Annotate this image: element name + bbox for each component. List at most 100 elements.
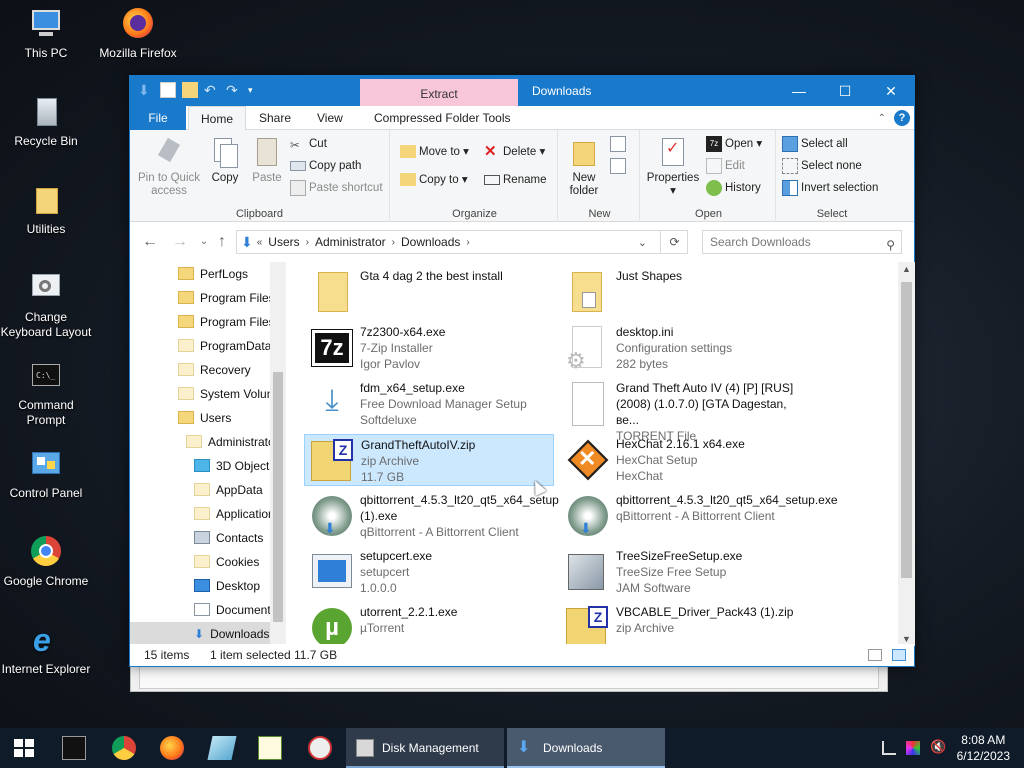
nav-item-downloads[interactable]: ⬇ Downloads [130, 622, 270, 646]
list-item[interactable]: ⬇ qbittorrent_4.5.3_lt20_qt5_x64_setup.e… [560, 490, 838, 542]
desktop-icon-utilities[interactable]: Utilities [0, 184, 92, 237]
list-item[interactable]: ✕ HexChat 2.16.1 x64.exe HexChat Setup Hex… [560, 434, 810, 486]
nav-scrollbar-thumb[interactable] [273, 372, 283, 622]
breadcrumb-administrator[interactable]: Administrator [315, 235, 386, 249]
list-item[interactable]: ⤓ fdm_x64_setup.exe Free Download Manager… [304, 378, 554, 430]
edit-button[interactable]: Edit [706, 156, 745, 176]
list-item[interactable]: µ utorrent_2.2.1.exe µTorrent [304, 602, 554, 646]
delete-button[interactable]: ✕ Delete ▾ [484, 142, 545, 162]
redo-icon[interactable]: ↷ [226, 82, 242, 98]
undo-icon[interactable]: ↶ [204, 82, 220, 98]
firefox-icon[interactable] [160, 736, 184, 760]
speaker-muted-icon[interactable]: 🔇 [930, 739, 946, 755]
cut-button[interactable]: ✂ Cut [290, 134, 327, 154]
nav-item-programdata[interactable]: ProgramData [178, 334, 271, 358]
help-icon[interactable]: ? [894, 110, 910, 126]
taskbar-disk-management[interactable]: Disk Management [346, 728, 504, 768]
desktop-icon-internet-explorer[interactable]: e Internet Explorer [0, 624, 92, 677]
nav-item-desktop[interactable]: Desktop [194, 574, 260, 598]
new-folder-button[interactable]: New folder [562, 136, 606, 198]
address-bar[interactable]: ⬇ « Users › Administrator › Downloads › ⌄ [236, 230, 688, 254]
taskbar-downloads[interactable]: ⬇ Downloads [507, 728, 665, 768]
search-input[interactable]: Search Downloads ⚲ [702, 230, 902, 254]
copy-button[interactable]: Copy [204, 136, 246, 185]
breadcrumb-downloads[interactable]: Downloads [401, 235, 460, 249]
title-bar[interactable]: ⬇ ↶ ↷ ▾ Extract Downloads — ☐ ✕ [130, 76, 914, 106]
tab-view[interactable]: View [305, 106, 355, 130]
tab-share[interactable]: Share [247, 106, 303, 130]
nav-item-system-volume[interactable]: System Volume [178, 382, 283, 406]
recent-locations-icon[interactable]: ⌄ [194, 236, 214, 247]
content-scrollbar-thumb[interactable] [901, 282, 912, 578]
desktop-icon-chrome[interactable]: Google Chrome [0, 536, 92, 589]
copy-to-button[interactable]: Copy to ▾ [400, 170, 468, 190]
customize-qat-icon[interactable]: ▾ [248, 82, 264, 98]
nav-item-contacts[interactable]: Contacts [194, 526, 263, 550]
nav-item-documents[interactable]: Documents [194, 598, 277, 622]
notepad-icon[interactable] [207, 736, 237, 760]
desktop-icon-firefox[interactable]: Mozilla Firefox [92, 8, 184, 61]
list-item[interactable]: Grand Theft Auto IV (4) [P] [RUS] (2008)… [560, 378, 810, 443]
list-item[interactable]: TreeSizeFreeSetup.exe TreeSize Free Setup… [560, 546, 810, 598]
nav-scrollbar[interactable] [270, 262, 286, 646]
list-item[interactable]: setupcert.exe setupcert 1.0.0.0 [304, 546, 554, 598]
content-scrollbar[interactable]: ▲ ▼ [898, 262, 915, 646]
back-arrow-icon[interactable]: ← [140, 233, 160, 251]
new-folder-icon[interactable] [182, 82, 198, 98]
refresh-icon[interactable]: ⟳ [660, 230, 688, 254]
desktop-icon-keyboard-layout[interactable]: Change Keyboard Layout [0, 272, 92, 340]
nav-item-users[interactable]: Users [178, 406, 231, 430]
breadcrumb-users[interactable]: Users [268, 235, 299, 249]
network-icon[interactable] [882, 741, 896, 755]
display-color-icon[interactable] [906, 741, 920, 755]
history-button[interactable]: History [706, 178, 761, 198]
chevron-right-icon[interactable]: › [466, 237, 469, 248]
tab-file[interactable]: File [130, 106, 186, 130]
copy-path-button[interactable]: Copy path [290, 156, 361, 176]
maximize-button[interactable]: ☐ [822, 76, 868, 106]
collapse-ribbon-icon[interactable]: ⌃ [878, 113, 886, 124]
system-clock[interactable]: 8:08 AM 6/12/2023 [957, 732, 1010, 764]
properties-check-icon[interactable] [160, 82, 176, 98]
task-manager-icon[interactable] [258, 736, 282, 760]
list-item[interactable]: Just Shapes [560, 266, 810, 318]
select-all-button[interactable]: Select all [782, 134, 848, 154]
close-button[interactable]: ✕ [868, 76, 914, 106]
tab-compressed-folder-tools[interactable]: Compressed Folder Tools [362, 106, 523, 130]
nav-item-administrator[interactable]: Administrator [186, 430, 279, 454]
chevron-right-icon[interactable]: › [392, 237, 395, 248]
address-dropdown-icon[interactable]: ⌄ [638, 236, 647, 249]
large-icons-view-icon[interactable] [892, 649, 906, 661]
path-overflow[interactable]: « [257, 237, 263, 248]
desktop-icon-this-pc[interactable]: This PC [0, 8, 92, 61]
list-item[interactable]: ⚙ desktop.ini Configuration settings 282 b… [560, 322, 810, 374]
nav-item-perflogs[interactable]: PerfLogs [178, 262, 248, 286]
desktop-icon-control-panel[interactable]: Control Panel [0, 448, 92, 501]
nav-item-cookies[interactable]: Cookies [194, 550, 259, 574]
easy-access-button[interactable] [610, 156, 629, 176]
nav-item-application[interactable]: Application [194, 502, 275, 526]
desktop-icon-recycle-bin[interactable]: Recycle Bin [0, 96, 92, 149]
extract-context-tab[interactable]: Extract [360, 79, 518, 106]
properties-button[interactable]: ✓ Properties ▾ [644, 136, 702, 198]
scroll-down-icon[interactable]: ▼ [902, 634, 911, 644]
tab-home[interactable]: Home [188, 106, 247, 131]
invert-selection-button[interactable]: Invert selection [782, 178, 878, 198]
select-none-button[interactable]: Select none [782, 156, 862, 176]
paste-button[interactable]: Paste [248, 136, 286, 185]
nav-item-recovery[interactable]: Recovery [178, 358, 251, 382]
list-item[interactable]: ⬇ qbittorrent_4.5.3_lt20_qt5_x64_setup (… [304, 490, 559, 542]
list-item[interactable]: Z VBCABLE_Driver_Pack43 (1).zip zip Archi… [560, 602, 810, 646]
rename-button[interactable]: Rename [484, 170, 546, 190]
new-item-button[interactable] [610, 134, 629, 154]
forward-arrow-icon[interactable]: → [170, 233, 190, 251]
details-view-icon[interactable] [868, 649, 882, 661]
scroll-up-icon[interactable]: ▲ [902, 264, 911, 274]
chevron-right-icon[interactable]: › [306, 237, 309, 248]
command-prompt-icon[interactable] [62, 736, 86, 760]
minimize-button[interactable]: — [776, 76, 822, 106]
nav-item-program-files[interactable]: Program Files [178, 286, 275, 310]
list-item[interactable]: 7z 7z2300-x64.exe 7-Zip Installer Igor Pav… [304, 322, 554, 374]
open-button[interactable]: 7z Open ▾ [706, 134, 762, 154]
nav-item-appdata[interactable]: AppData [194, 478, 263, 502]
